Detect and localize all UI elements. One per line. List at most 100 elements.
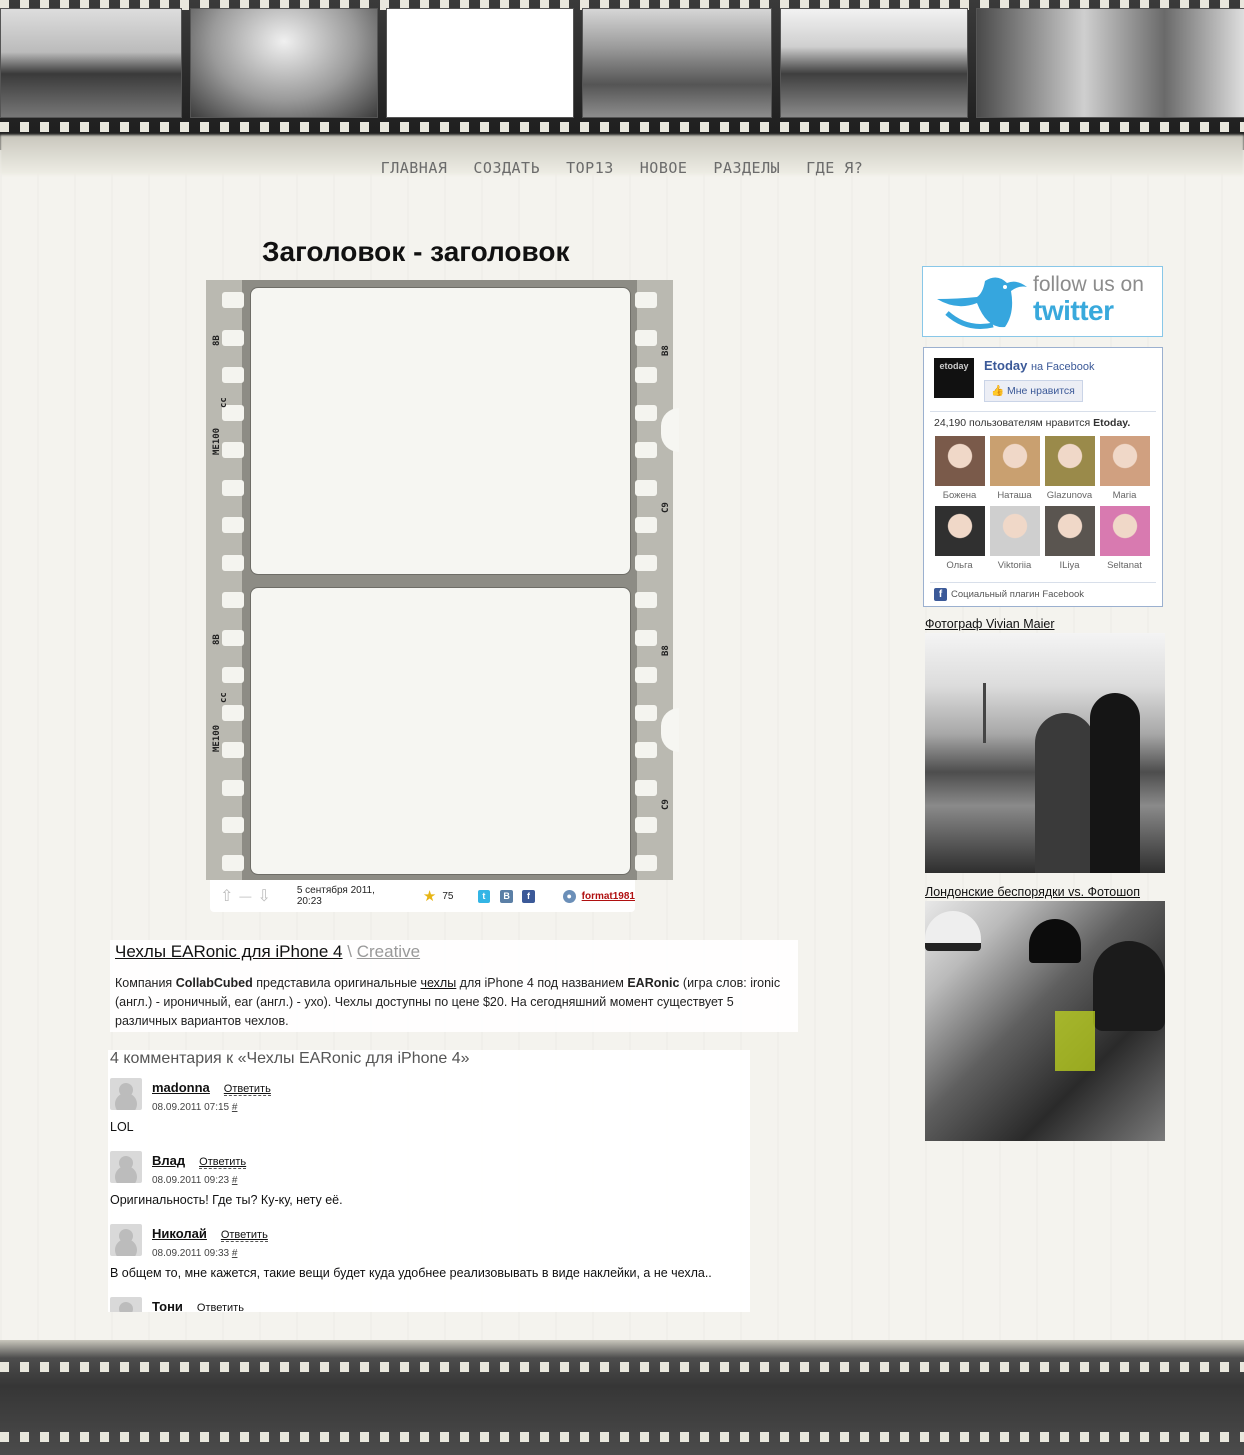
facebook-like-box: etoday Etoday на Facebook 👍 Мне нравится…	[923, 347, 1163, 607]
avatar	[110, 1151, 142, 1183]
comment-date: 08.09.2011 09:23	[152, 1175, 230, 1186]
article-title-link[interactable]: Чехлы EARonic для iPhone 4	[115, 942, 343, 961]
comment-date: 08.09.2011 09:33	[152, 1248, 230, 1259]
nav-home[interactable]: ГЛАВНАЯ	[381, 159, 448, 177]
comment-text: LOL	[110, 1120, 134, 1134]
fb-fan[interactable]: Viktoriia	[987, 506, 1042, 572]
film-sprocket-hole	[635, 554, 657, 571]
film-sprocket-hole	[635, 367, 657, 383]
divider	[930, 411, 1156, 412]
film-sprocket-hole	[635, 667, 657, 683]
film-sprocket-hole	[222, 292, 244, 308]
footer-film-strip	[0, 1340, 1244, 1455]
fb-faces-grid: Божена Наташа Glazunova Maria Ольга Viktoriia…	[932, 436, 1156, 572]
avatar	[110, 1297, 142, 1312]
film-perforations-footer-bottom	[0, 1432, 1244, 1442]
fb-social-plugin[interactable]: f Социальный плагин Facebook	[934, 588, 1084, 601]
fb-page-link[interactable]: Etoday	[984, 358, 1027, 373]
post-meta-bar: ⇧ — ⇩ 5 сентября 2011, 20:23 ★ 75 t B f …	[210, 880, 635, 912]
reply-button[interactable]: Ответить	[223, 1083, 271, 1096]
facebook-icon[interactable]: f	[522, 889, 535, 903]
film-sprocket-hole	[222, 667, 244, 683]
reply-button[interactable]: Ответить	[220, 1229, 268, 1242]
film-sprocket-hole	[222, 479, 244, 496]
comment: madonna Ответить 08.09.2011 07:15 # LOL	[108, 1078, 750, 1151]
sidebar-image-vivian-maier[interactable]	[925, 633, 1165, 873]
fb-like-label: Мне нравится	[1007, 385, 1075, 397]
fb-fan[interactable]: ILiya	[1042, 506, 1097, 572]
film-frame-2[interactable]	[250, 587, 631, 875]
film-sprocket-hole	[635, 779, 657, 796]
sidebar-image-london-riots[interactable]	[925, 901, 1165, 1141]
twitter-wordmark: twitter	[1033, 295, 1114, 326]
film-sprocket-hole	[222, 854, 244, 871]
comment-author-link[interactable]: madonna	[152, 1080, 210, 1095]
nav-where-am-i[interactable]: ГДЕ Я?	[806, 159, 863, 177]
comment-author-line: Николай Ответить	[152, 1226, 268, 1242]
article-link-cases[interactable]: чехлы	[420, 976, 456, 990]
film-sprocket-hole	[222, 742, 244, 758]
fb-fan[interactable]: Ольга	[932, 506, 987, 572]
comment-permalink[interactable]: #	[232, 1175, 238, 1186]
main-nav: ГЛАВНАЯ СОЗДАТЬ TOP13 НОВОЕ РАЗДЕЛЫ ГДЕ Я?	[0, 159, 1244, 178]
header-photo-blank	[386, 8, 574, 118]
vote-down-icon[interactable]: ⇩	[257, 886, 270, 906]
fb-fan-avatar	[1099, 436, 1150, 486]
sidebar-link-london-riots[interactable]: Лондонские беспорядки vs. Фотошоп	[925, 885, 1140, 899]
thumbs-up-icon: 👍	[991, 385, 1005, 397]
article-company: CollabCubed	[175, 976, 253, 990]
filmstrip-template[interactable]: 8B cc ME100 8B cc ME100 B8 C9 B8 C9	[206, 280, 679, 880]
header-photo-volga	[780, 8, 968, 118]
film-code: C9	[661, 799, 671, 810]
comment-text: Оригинальность! Где ты? Ку-ку, нету её.	[110, 1193, 343, 1207]
header-film-strip	[0, 0, 1244, 150]
post-author-link[interactable]: format1981	[582, 891, 635, 902]
comments-heading: 4 комментария к «Чехлы EARonic для iPhon…	[110, 1050, 470, 1067]
film-sprocket-hole	[635, 292, 657, 308]
fb-fan[interactable]: Glazunova	[1042, 436, 1097, 502]
nav-new[interactable]: НОВОЕ	[640, 159, 688, 177]
twitter-icon[interactable]: t	[477, 889, 491, 903]
reply-button[interactable]: Ответить	[199, 1156, 247, 1169]
nav-sections[interactable]: РАЗДЕЛЫ	[713, 159, 780, 177]
vote-separator: —	[239, 889, 252, 903]
comment-author-link[interactable]: Николай	[152, 1226, 207, 1241]
nav-top13[interactable]: TOP13	[566, 159, 614, 177]
reply-button[interactable]: Ответить	[196, 1302, 244, 1312]
nav-create[interactable]: СОЗДАТЬ	[473, 159, 540, 177]
avatar	[110, 1078, 142, 1110]
fb-fan[interactable]: Божена	[932, 436, 987, 502]
film-frame-1[interactable]	[250, 287, 631, 575]
film-sprocket-hole	[222, 704, 244, 721]
article-text: представила оригинальные	[252, 976, 421, 990]
star-icon[interactable]: ★	[423, 887, 436, 905]
article-heading: Чехлы EARonic для iPhone 4 \ Creative	[115, 942, 793, 962]
film-sprocket-hole	[635, 479, 657, 496]
comment-author-link[interactable]: Влад	[152, 1153, 185, 1168]
fb-fan-name: Наташа	[997, 490, 1032, 501]
avatar	[110, 1224, 142, 1256]
etoday-logo[interactable]: etoday	[934, 358, 974, 398]
sidebar-link-vivian-maier[interactable]: Фотограф Vivian Maier	[925, 617, 1055, 631]
fb-fan-name: Glazunova	[1046, 490, 1093, 501]
fb-fan[interactable]: Seltanat	[1097, 506, 1152, 572]
comments-section: 4 комментария к «Чехлы EARonic для iPhon…	[108, 1050, 750, 1312]
comment-permalink[interactable]: #	[232, 1102, 238, 1113]
fb-fan-name: Божена	[942, 490, 977, 501]
comment-author-link[interactable]: Тони	[152, 1299, 183, 1312]
film-sprocket-hole	[635, 517, 657, 533]
fb-like-button[interactable]: 👍 Мне нравится	[984, 380, 1083, 402]
fb-fan[interactable]: Maria	[1097, 436, 1152, 502]
twitter-follow-banner[interactable]: follow us on twitter	[922, 266, 1163, 337]
comment-permalink[interactable]: #	[232, 1248, 238, 1259]
fb-fan-avatar	[989, 506, 1040, 556]
article-category-link[interactable]: Creative	[357, 942, 420, 961]
comment-author-line: madonna Ответить	[152, 1080, 271, 1096]
vote-up-icon[interactable]: ⇧	[220, 886, 233, 906]
film-code: cc	[219, 397, 229, 408]
film-code: 8B	[212, 335, 222, 346]
film-sprocket-hole	[635, 404, 657, 421]
fb-fan[interactable]: Наташа	[987, 436, 1042, 502]
fb-fan-name: ILiya	[1059, 560, 1080, 571]
vkontakte-icon[interactable]: B	[500, 889, 514, 903]
